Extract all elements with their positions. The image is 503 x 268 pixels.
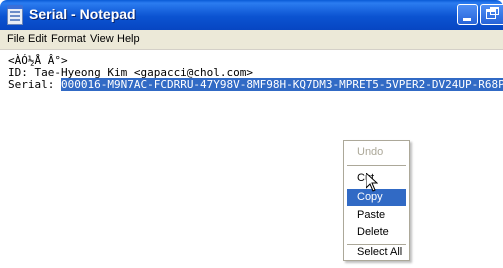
title-bar[interactable]: Serial - Notepad [0,0,503,30]
minimize-button[interactable] [457,4,478,25]
context-menu-select-all[interactable]: Select All [347,242,406,258]
window-title: Serial - Notepad [29,6,136,22]
menu-bar: File Edit Format View Help [0,30,503,50]
serial-label: Serial: [8,78,61,91]
text-editor[interactable]: <ÀÓ½Å Â°> ID: Tae-Hyeong Kim <gapacci@ch… [0,50,503,268]
minimize-icon [463,18,471,21]
notepad-window: Serial - Notepad File Edit Format View H… [0,0,503,268]
context-menu: Undo Cut Copy Paste Delete Select All [343,140,410,261]
menu-format[interactable]: Format [51,33,86,45]
maximize-button[interactable] [480,4,503,25]
context-menu-delete[interactable]: Delete [347,224,406,241]
maximize-icon [486,9,496,19]
menu-edit[interactable]: Edit [28,33,47,45]
document-line-2: ID: Tae-Hyeong Kim <gapacci@chol.com> [8,66,254,79]
menu-separator [347,165,406,166]
selected-serial-text[interactable]: 000016-M9N7AC-FCDRRU-47Y98V-8MF98H-KQ7DM… [60,78,503,91]
mouse-pointer-icon [366,173,378,192]
menu-file[interactable]: File [7,33,25,45]
notepad-icon[interactable] [7,5,23,25]
document-line-3: Serial: 000016-M9N7AC-FCDRRU-47Y98V-8MF9… [8,78,503,91]
menu-view[interactable]: View [90,33,114,45]
document-line-1: <ÀÓ½Å Â°> [8,54,68,67]
menu-help[interactable]: Help [117,33,140,45]
context-menu-undo[interactable]: Undo [347,144,406,161]
context-menu-paste[interactable]: Paste [347,207,406,224]
